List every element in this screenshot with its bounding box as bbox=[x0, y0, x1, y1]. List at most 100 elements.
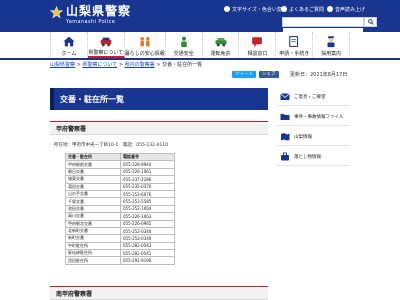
phone-number: 055-253-0349 bbox=[120, 234, 175, 243]
koban-name: 中町駐在所 bbox=[65, 241, 121, 251]
phone-number: 055-291-9190 bbox=[120, 256, 175, 265]
pen-document-icon bbox=[289, 36, 299, 47]
officer-icon bbox=[327, 36, 335, 48]
table-row: 朝日交番 055-226-1061 bbox=[65, 167, 175, 177]
koban-name: 池田交番 bbox=[65, 204, 121, 214]
station-address: 所在地：甲府市中央一丁目10-1 電話：055-232-0110 bbox=[54, 143, 169, 148]
nav-home[interactable]: ホーム bbox=[50, 32, 88, 58]
section-heading-kofu: 甲府警察署 bbox=[50, 121, 268, 135]
koban-name: 北新町交番 bbox=[65, 226, 121, 236]
koban-name: 甲府駅北交番 bbox=[65, 219, 121, 228]
site-header: 山梨県警察 Yamanashi Police 文字サイズ・色合い変更 よくあるご… bbox=[0, 0, 400, 36]
koban-name: 千塚交番 bbox=[65, 197, 121, 206]
sidebar-item-yamanashi-info[interactable]: 山梨情報 bbox=[276, 128, 350, 146]
page-title: 交番・駐在所一覧 bbox=[50, 88, 268, 110]
breadcrumb-link-home[interactable]: 山梨県警察 bbox=[50, 62, 75, 68]
nav-applications[interactable]: 申請・手続き bbox=[276, 32, 314, 58]
koban-name: 昇仙峡駐在所 bbox=[65, 249, 121, 258]
phone-number: 055-226-1063 bbox=[120, 212, 175, 221]
nav-driver-license[interactable]: 運転免許 bbox=[203, 32, 240, 58]
sidebar: ご意見・ご要望 事件・事故情報ファイル 山梨情報 落とし物情報 bbox=[276, 88, 350, 168]
koban-name: 貢川交番 bbox=[65, 212, 121, 221]
search-button[interactable] bbox=[364, 17, 377, 27]
envelope-icon bbox=[280, 92, 290, 101]
koban-name: 湯田交番 bbox=[65, 182, 121, 191]
koban-name: 朝日交番 bbox=[65, 167, 121, 177]
breadcrumb-current: 交番・駐在所一覧 bbox=[162, 62, 203, 68]
phone-number: 055-226-1061 bbox=[120, 167, 175, 177]
phone-number: 055-237-2286 bbox=[120, 175, 175, 184]
speaker-icon bbox=[327, 6, 333, 12]
read-aloud-link[interactable]: 音声読み上げ bbox=[327, 5, 365, 13]
police-emblem-icon[interactable] bbox=[50, 6, 63, 19]
table-row: 甲府駅前交番 055-226-9944 bbox=[65, 160, 175, 169]
table-row: 城東交番 055-237-2286 bbox=[65, 175, 175, 184]
table-row: 池田交番 055-252-1064 bbox=[65, 204, 175, 214]
consultation-icon bbox=[252, 37, 263, 48]
question-icon bbox=[281, 6, 287, 12]
home-icon bbox=[63, 36, 75, 47]
table-row: 新町交番 055-253-0349 bbox=[65, 234, 175, 243]
traffic-officer-icon bbox=[180, 36, 187, 48]
phone-number: 055-282-0541 bbox=[120, 249, 175, 258]
koban-name: 新町交番 bbox=[65, 234, 121, 243]
page: 山梨県警察 Yamanashi Police 文字サイズ・色合い変更 よくあるご… bbox=[0, 0, 400, 300]
nav-traffic-safety[interactable]: 交通安全 bbox=[166, 32, 203, 58]
table-row: 甲府駅北交番 055-226-0965 bbox=[65, 219, 175, 228]
table-row: 中町駐在所 055-282-0543 bbox=[65, 241, 175, 251]
phone-number: 055-252-0340 bbox=[120, 226, 175, 236]
site-subtitle: Yamanashi Police bbox=[66, 19, 116, 25]
table-row: 山の手交番 055-253-6076 bbox=[65, 189, 175, 199]
column-header: 交番・駐在所 bbox=[65, 152, 121, 162]
text-size-icon bbox=[224, 6, 230, 12]
lost-item-icon bbox=[280, 152, 290, 161]
table-header-row: 交番・駐在所 電話番号 bbox=[65, 152, 175, 162]
koban-name: 城東交番 bbox=[65, 175, 121, 184]
font-size-color-link[interactable]: 文字サイズ・色合い変更 bbox=[224, 5, 287, 13]
sidebar-item-lost-property[interactable]: 落とし物情報 bbox=[276, 148, 350, 166]
table-row: 北新町交番 055-252-0340 bbox=[65, 226, 175, 236]
facebook-share-button[interactable]: シェア bbox=[259, 70, 279, 78]
nav-safety-info[interactable]: 暮らしの安心情報 bbox=[125, 32, 166, 58]
updated-date: 更新日：2021年8月17日 bbox=[290, 72, 348, 78]
phone-number: 055-253-6076 bbox=[120, 189, 175, 199]
section-heading-minami-kofu: 南甲府警察署 bbox=[50, 286, 268, 300]
table-row: 昇仙峡駐在所 055-282-0541 bbox=[65, 249, 175, 258]
share-tools: ツイート シェア bbox=[232, 70, 279, 78]
global-nav: ホーム 県警察について 暮らしの安心情報 交通安全 運転免許 相談窓口 申請・手… bbox=[50, 32, 351, 58]
phone-number: 055-252-1064 bbox=[120, 204, 175, 214]
breadcrumb-link-stations[interactable]: 県内の警察署 bbox=[125, 62, 155, 68]
car-icon bbox=[214, 38, 227, 47]
nav-consultation[interactable]: 相談窓口 bbox=[239, 32, 277, 58]
nav-divider bbox=[0, 58, 400, 60]
search-box bbox=[282, 17, 364, 36]
folder-icon bbox=[280, 112, 290, 121]
map-icon bbox=[280, 132, 290, 141]
koban-table: 交番・駐在所 電話番号 甲府駅前交番 055-226-9944 朝日交番 055-2… bbox=[65, 152, 175, 265]
nav-recruitment[interactable]: 採用案内 bbox=[313, 32, 351, 58]
phone-number: 055-253-5585 bbox=[120, 197, 175, 206]
table-row: 湯田交番 055-235-0370 bbox=[65, 182, 175, 191]
phone-number: 055-226-9944 bbox=[120, 160, 175, 169]
faq-link[interactable]: よくあるご質問 bbox=[281, 5, 324, 13]
phone-number: 055-226-0965 bbox=[120, 219, 175, 228]
nav-about-police[interactable]: 県警察について bbox=[87, 32, 125, 58]
site-title[interactable]: 山梨県警察 bbox=[66, 4, 131, 18]
police-car-icon bbox=[100, 37, 112, 47]
koban-name: 西田駐在所 bbox=[65, 256, 121, 265]
sidebar-item-opinions[interactable]: ご意見・ご要望 bbox=[276, 88, 350, 106]
breadcrumb-link-about[interactable]: 県警察について bbox=[82, 62, 117, 68]
table-row: 貢川交番 055-226-1063 bbox=[65, 212, 175, 221]
table-row: 千塚交番 055-253-5585 bbox=[65, 197, 175, 206]
sidebar-item-incident-file[interactable]: 事件・事故情報ファイル bbox=[276, 108, 350, 126]
column-header: 電話番号 bbox=[120, 152, 175, 162]
breadcrumb: 山梨県警察 > 県警察について > 県内の警察署 > 交番・駐在所一覧 bbox=[50, 62, 203, 68]
koban-name: 山の手交番 bbox=[65, 189, 121, 199]
koban-name: 甲府駅前交番 bbox=[65, 160, 121, 169]
search-icon bbox=[367, 19, 374, 25]
phone-number: 055-235-0370 bbox=[120, 182, 175, 191]
tweet-button[interactable]: ツイート bbox=[232, 70, 256, 78]
family-icon bbox=[140, 36, 150, 47]
phone-number: 055-282-0543 bbox=[120, 241, 175, 251]
table-row: 西田駐在所 055-291-9190 bbox=[65, 256, 175, 265]
